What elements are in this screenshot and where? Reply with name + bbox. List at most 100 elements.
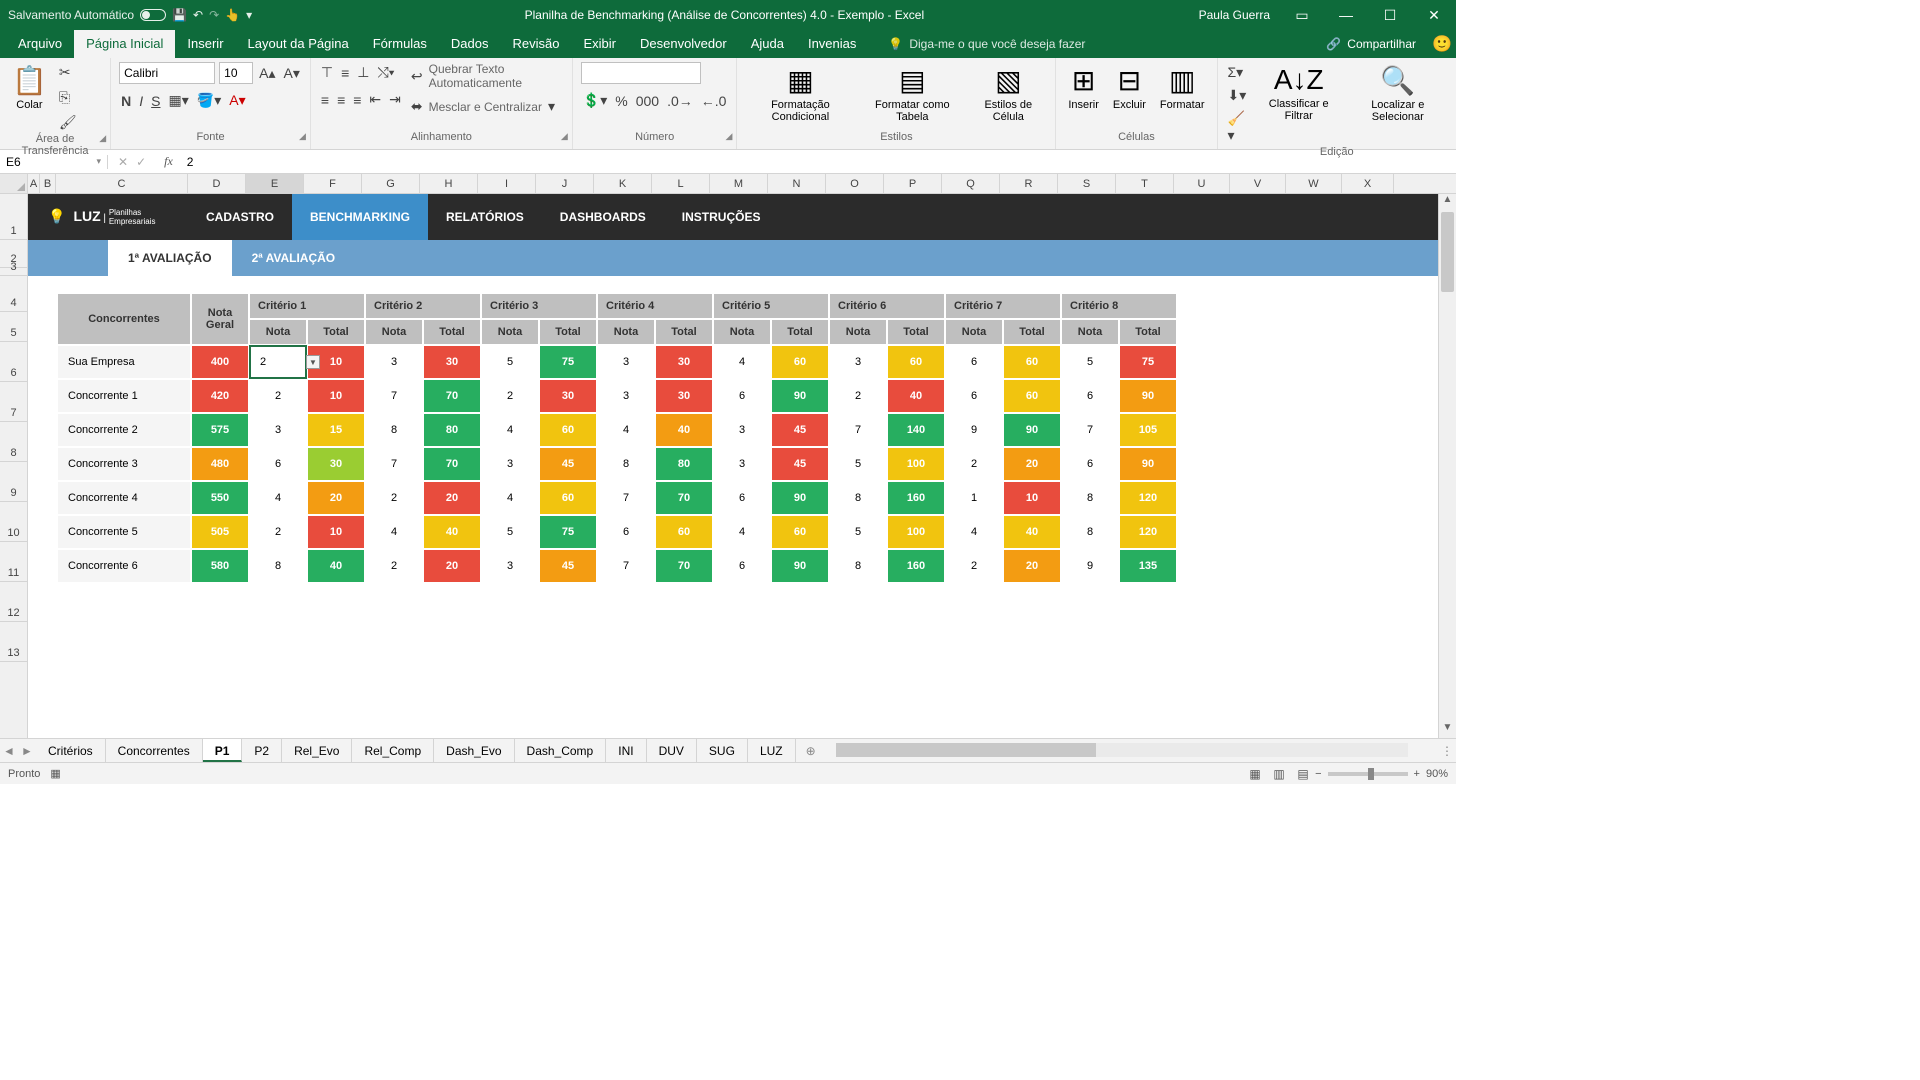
tab-inserir[interactable]: Inserir <box>175 30 235 58</box>
tab-ajuda[interactable]: Ajuda <box>739 30 796 58</box>
row-header[interactable]: 10 <box>0 502 27 542</box>
row-header[interactable]: 4 <box>0 276 27 312</box>
nota-geral-cell[interactable]: 575 <box>192 414 248 446</box>
total-cell[interactable]: 70 <box>424 380 480 412</box>
row-header[interactable]: 1 <box>0 194 27 240</box>
nota-cell[interactable]: 2 <box>250 516 306 548</box>
maximize-icon[interactable]: ☐ <box>1368 7 1412 24</box>
nota-cell[interactable]: 2 <box>366 550 422 582</box>
launcher-icon[interactable]: ◢ <box>299 131 306 142</box>
tab-dados[interactable]: Dados <box>439 30 501 58</box>
nota-cell[interactable]: 8 <box>250 550 306 582</box>
row-header[interactable]: 13 <box>0 622 27 662</box>
nota-cell[interactable]: 6 <box>598 516 654 548</box>
undo-icon[interactable]: ↶ <box>193 8 203 22</box>
underline-icon[interactable]: S <box>149 91 162 111</box>
total-cell[interactable]: 10 <box>308 516 364 548</box>
total-cell[interactable]: 30 <box>656 346 712 378</box>
chevron-down-icon[interactable]: ▾ <box>96 156 101 167</box>
col-header[interactable]: M <box>710 174 768 193</box>
nota-cell[interactable]: 4 <box>366 516 422 548</box>
paste-button[interactable]: 📋Colar <box>8 62 51 113</box>
inc-decimal-icon[interactable]: .0→ <box>665 91 695 111</box>
nota-cell[interactable]: 5 <box>1062 346 1118 378</box>
total-cell[interactable]: 105 <box>1120 414 1176 446</box>
total-cell[interactable]: 120 <box>1120 482 1176 514</box>
enter-icon[interactable]: ✓ <box>136 155 146 169</box>
col-header[interactable]: S <box>1058 174 1116 193</box>
nota-cell[interactable]: 9 <box>946 414 1002 446</box>
nav-instrucoes[interactable]: INSTRUÇÕES <box>664 194 779 240</box>
tab-layout[interactable]: Layout da Página <box>236 30 361 58</box>
sheet-tab[interactable]: LUZ <box>748 739 796 762</box>
nota-cell[interactable]: 7 <box>830 414 886 446</box>
nota-cell[interactable]: 2 <box>946 448 1002 480</box>
total-cell[interactable]: 10 <box>308 380 364 412</box>
row-header[interactable]: 5 <box>0 312 27 342</box>
italic-icon[interactable]: I <box>137 91 145 111</box>
nota-cell[interactable]: 8 <box>1062 516 1118 548</box>
nota-cell[interactable]: 4 <box>482 414 538 446</box>
total-cell[interactable]: 45 <box>772 448 828 480</box>
row-header[interactable]: 3 <box>0 268 27 276</box>
fill-icon[interactable]: ⬇▾ <box>1226 85 1250 106</box>
tab-formulas[interactable]: Fórmulas <box>361 30 439 58</box>
row-header[interactable]: 12 <box>0 582 27 622</box>
total-cell[interactable]: 70 <box>424 448 480 480</box>
sheet-tab[interactable]: P1 <box>203 739 243 762</box>
total-cell[interactable]: 70 <box>656 550 712 582</box>
total-cell[interactable]: 45 <box>540 550 596 582</box>
col-header[interactable]: V <box>1230 174 1286 193</box>
total-cell[interactable]: 75 <box>1120 346 1176 378</box>
nota-cell[interactable]: 6 <box>714 380 770 412</box>
total-cell[interactable]: 135 <box>1120 550 1176 582</box>
tab-revisao[interactable]: Revisão <box>501 30 572 58</box>
nota-cell[interactable]: 8 <box>1062 482 1118 514</box>
col-header[interactable]: Q <box>942 174 1000 193</box>
total-cell[interactable]: 20 <box>308 482 364 514</box>
total-cell[interactable]: 90 <box>772 380 828 412</box>
tell-me[interactable]: 💡 Diga-me o que você deseja fazer <box>868 30 1314 58</box>
col-header[interactable]: A <box>28 174 40 193</box>
launcher-icon[interactable]: ◢ <box>561 131 568 142</box>
nota-cell[interactable]: 3 <box>482 550 538 582</box>
align-top-icon[interactable]: ⊤ <box>319 62 335 83</box>
nota-cell[interactable]: 2 <box>830 380 886 412</box>
col-header[interactable]: E <box>246 174 304 193</box>
number-format-select[interactable] <box>581 62 701 84</box>
currency-icon[interactable]: 💲▾ <box>581 90 609 111</box>
nota-cell[interactable]: 7 <box>598 550 654 582</box>
sheet-tab[interactable]: P2 <box>242 739 282 762</box>
nav-cadastro[interactable]: CADASTRO <box>188 194 292 240</box>
col-header[interactable]: W <box>1286 174 1342 193</box>
total-cell[interactable]: 10 <box>1004 482 1060 514</box>
row-header[interactable]: 9 <box>0 462 27 502</box>
cond-format-button[interactable]: ▦Formatação Condicional <box>745 62 855 125</box>
nota-cell[interactable]: 3 <box>482 448 538 480</box>
total-cell[interactable]: 90 <box>1004 414 1060 446</box>
nota-cell[interactable]: 9 <box>1062 550 1118 582</box>
view-break-icon[interactable]: ▤ <box>1291 767 1315 781</box>
autosave-toggle[interactable] <box>140 9 166 21</box>
nota-cell[interactable]: 3 <box>714 448 770 480</box>
macro-icon[interactable]: ▦ <box>50 767 60 780</box>
col-header[interactable]: G <box>362 174 420 193</box>
total-cell[interactable]: 70 <box>656 482 712 514</box>
nota-geral-cell[interactable]: 550 <box>192 482 248 514</box>
zoom-out-icon[interactable]: − <box>1315 768 1321 780</box>
add-sheet-icon[interactable]: ⊕ <box>796 739 826 762</box>
tab-arquivo[interactable]: Arquivo <box>6 30 74 58</box>
nota-cell[interactable]: 5 <box>482 346 538 378</box>
sheet-tab[interactable]: Dash_Evo <box>434 739 514 762</box>
bold-icon[interactable]: N <box>119 91 133 111</box>
col-header[interactable]: F <box>304 174 362 193</box>
view-normal-icon[interactable]: ▦ <box>1243 767 1267 781</box>
sheet-nav-next-icon[interactable]: ► <box>18 739 36 762</box>
qat-more-icon[interactable]: ▾ <box>246 8 252 22</box>
find-select-button[interactable]: 🔍Localizar e Selecionar <box>1348 62 1448 125</box>
merge-label[interactable]: Mesclar e Centralizar <box>429 100 542 114</box>
nota-cell[interactable]: 5 <box>830 448 886 480</box>
sheet-tab[interactable]: Concorrentes <box>106 739 203 762</box>
col-header[interactable]: R <box>1000 174 1058 193</box>
competitor-name[interactable]: Concorrente 6 <box>58 550 190 582</box>
